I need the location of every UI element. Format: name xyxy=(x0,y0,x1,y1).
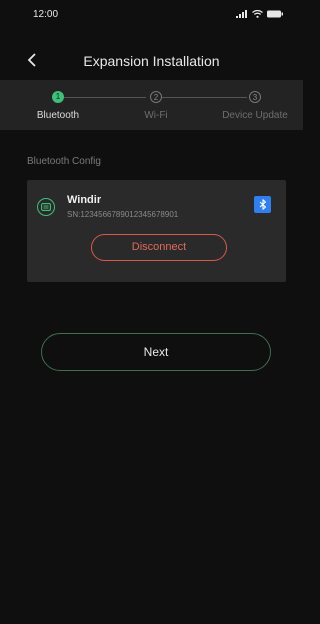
disconnect-button[interactable]: Disconnect xyxy=(91,234,227,261)
step-connector xyxy=(162,97,247,98)
page-title: Expansion Installation xyxy=(83,53,220,69)
section-title: Bluetooth Config xyxy=(27,156,101,167)
phone-screen: 12:00 Expansion Installation 1 2 3 Bluet… xyxy=(0,0,303,624)
step-progress: 1 2 3 Bluetooth Wi-Fi Device Update xyxy=(0,80,303,130)
device-card: Windir SN:1234566789012345678901 Disconn… xyxy=(27,180,286,282)
step-2-indicator: 2 xyxy=(150,91,162,103)
device-icon xyxy=(37,198,55,216)
step-2-label: Wi-Fi xyxy=(144,110,168,121)
step-1-indicator: 1 xyxy=(52,91,64,103)
status-time: 12:00 xyxy=(33,9,59,20)
status-icons xyxy=(236,10,283,18)
step-3-label: Device Update xyxy=(222,110,288,121)
bluetooth-icon xyxy=(254,196,271,213)
device-serial-number: SN:1234566789012345678901 xyxy=(67,210,179,219)
nav-header: Expansion Installation xyxy=(0,40,303,80)
step-1-label: Bluetooth xyxy=(36,110,80,121)
status-bar: 12:00 xyxy=(0,0,303,40)
wifi-icon xyxy=(252,10,263,18)
step-3-indicator: 3 xyxy=(249,91,261,103)
battery-icon xyxy=(267,10,283,18)
next-button[interactable]: Next xyxy=(41,333,271,371)
device-name: Windir xyxy=(67,194,102,206)
signal-icon xyxy=(236,10,248,18)
step-connector xyxy=(64,97,146,98)
